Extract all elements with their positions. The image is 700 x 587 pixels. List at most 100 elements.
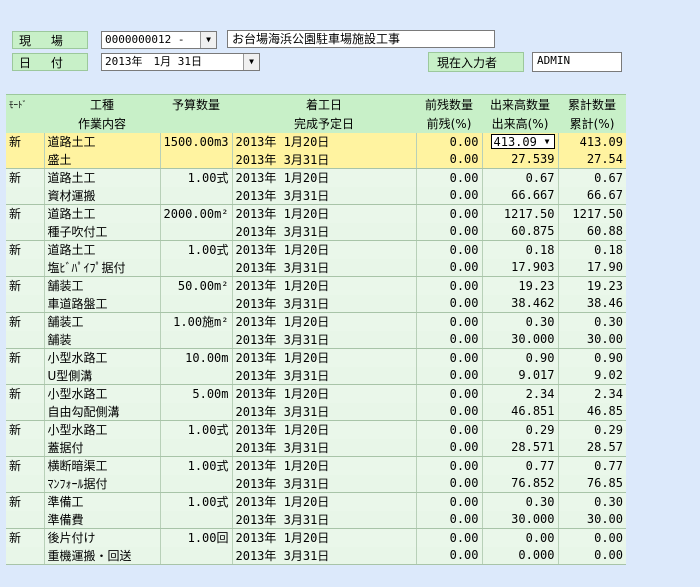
row-output-qty[interactable]: 0.29 [481,420,558,439]
dropdown-arrow-icon[interactable]: ▼ [200,32,216,48]
table-row[interactable]: 新後片付け 1.00回 2013年 1月20日 0.00 0.00 0.00 [6,528,626,547]
row-start-date[interactable]: 2013年 1月20日 [231,456,416,475]
row-mode[interactable]: 新 [6,492,44,511]
row-prev-qty[interactable]: 0.00 [415,204,482,223]
row-work-content[interactable]: U型側溝 [43,366,160,385]
row-prev-qty[interactable]: 0.00 [415,348,482,367]
table-row[interactable]: 新小型水路工 1.00式 2013年 1月20日 0.00 0.29 0.29 [6,420,626,439]
row-work-type[interactable]: 横断暗渠工 [43,456,160,475]
col-planned-end[interactable]: 完成予定日 [232,113,416,133]
row-planned-end[interactable]: 2013年 3月31日 [231,510,416,529]
row-budget-qty[interactable]: 50.00m² [159,276,232,295]
row-budget-qty[interactable]: 1.00回 [159,528,232,547]
row-output-qty[interactable]: 0.67 [481,168,558,187]
date-select[interactable]: 2013年 1月 31日 ▼ [101,53,260,71]
table-row-sub[interactable]: 種子吹付工 2013年 3月31日 0.00 60.875 60.88 [6,222,626,241]
row-prev-qty[interactable]: 0.00 [415,276,482,295]
row-budget-qty[interactable]: 1500.00m3 [159,132,232,151]
row-planned-end[interactable]: 2013年 3月31日 [231,474,416,493]
row-budget-qty[interactable]: 2000.00m² [159,204,232,223]
table-row-sub[interactable]: 重機運搬・回送 2013年 3月31日 0.00 0.000 0.00 [6,546,626,565]
row-planned-end[interactable]: 2013年 3月31日 [231,438,416,457]
row-mode[interactable]: 新 [6,456,44,475]
row-work-content[interactable]: ﾏﾝﾌｫｰﾙ据付 [43,474,160,493]
row-budget-qty[interactable]: 5.00m [159,384,232,403]
col-mode[interactable]: ﾓｰﾄﾞ [6,94,44,114]
table-row[interactable]: 新道路土工 1500.00m3 2013年 1月20日 0.00 413.09 ▼ 413.… [6,132,626,151]
row-work-type[interactable]: 舗装工 [43,276,160,295]
table-row[interactable]: 新道路土工 1.00式 2013年 1月20日 0.00 0.18 0.18 [6,240,626,259]
table-row[interactable]: 新小型水路工 5.00m 2013年 1月20日 0.00 2.34 2.34 [6,384,626,403]
row-work-content[interactable]: 自由勾配側溝 [43,402,160,421]
row-prev-qty[interactable]: 0.00 [415,240,482,259]
row-start-date[interactable]: 2013年 1月20日 [231,240,416,259]
row-start-date[interactable]: 2013年 1月20日 [231,312,416,331]
row-work-content[interactable]: 種子吹付工 [43,222,160,241]
row-budget-qty[interactable]: 1.00式 [159,492,232,511]
col-budget-qty[interactable]: 予算数量 [160,94,232,114]
row-prev-qty[interactable]: 0.00 [415,132,482,151]
row-prev-qty[interactable]: 0.00 [415,528,482,547]
row-mode[interactable]: 新 [6,528,44,547]
row-prev-qty[interactable]: 0.00 [415,456,482,475]
row-mode[interactable]: 新 [6,276,44,295]
table-row[interactable]: 新道路土工 1.00式 2013年 1月20日 0.00 0.67 0.67 [6,168,626,187]
table-row[interactable]: 新道路土工 2000.00m² 2013年 1月20日 0.00 1217.50 1217… [6,204,626,223]
row-mode[interactable]: 新 [6,420,44,439]
row-start-date[interactable]: 2013年 1月20日 [231,132,416,151]
row-work-content[interactable]: 蓋据付 [43,438,160,457]
row-budget-qty[interactable]: 1.00式 [159,240,232,259]
row-work-type[interactable]: 道路土工 [43,168,160,187]
row-work-content[interactable]: 車道路盤工 [43,294,160,313]
row-prev-qty[interactable]: 0.00 [415,492,482,511]
row-output-qty[interactable]: 19.23 [481,276,558,295]
row-output-qty[interactable]: 0.30 [481,492,558,511]
dropdown-arrow-icon[interactable]: ▼ [243,54,259,70]
row-start-date[interactable]: 2013年 1月20日 [231,492,416,511]
row-planned-end[interactable]: 2013年 3月31日 [231,294,416,313]
row-work-content[interactable]: 重機運搬・回送 [43,546,160,565]
table-row-sub[interactable]: 塩ﾋﾞﾊﾟｲﾌﾟ据付 2013年 3月31日 0.00 17.903 17.90 [6,258,626,277]
row-mode[interactable]: 新 [6,384,44,403]
row-mode[interactable]: 新 [6,312,44,331]
row-work-type[interactable]: 小型水路工 [43,384,160,403]
row-mode[interactable]: 新 [6,204,44,223]
table-row-sub[interactable]: 舗装 2013年 3月31日 0.00 30.000 30.00 [6,330,626,349]
table-row-sub[interactable]: U型側溝 2013年 3月31日 0.00 9.017 9.02 [6,366,626,385]
row-planned-end[interactable]: 2013年 3月31日 [231,150,416,169]
row-planned-end[interactable]: 2013年 3月31日 [231,366,416,385]
row-start-date[interactable]: 2013年 1月20日 [231,348,416,367]
table-row-sub[interactable]: ﾏﾝﾌｫｰﾙ据付 2013年 3月31日 0.00 76.852 76.85 [6,474,626,493]
row-output-qty[interactable]: 0.18 [481,240,558,259]
row-work-content[interactable]: 塩ﾋﾞﾊﾟｲﾌﾟ据付 [43,258,160,277]
input-person-field[interactable]: ADMIN [532,52,622,72]
col-prev-remaining-qty[interactable]: 前残数量 [416,94,482,114]
row-planned-end[interactable]: 2013年 3月31日 [231,330,416,349]
row-planned-end[interactable]: 2013年 3月31日 [231,402,416,421]
row-work-type[interactable]: 小型水路工 [43,348,160,367]
row-budget-qty[interactable]: 1.00式 [159,456,232,475]
row-planned-end[interactable]: 2013年 3月31日 [231,258,416,277]
row-mode[interactable]: 新 [6,168,44,187]
row-prev-qty[interactable]: 0.00 [415,420,482,439]
row-output-qty[interactable]: 1217.50 [481,204,558,223]
row-budget-qty[interactable]: 1.00式 [159,420,232,439]
row-planned-end[interactable]: 2013年 3月31日 [231,186,416,205]
table-row-sub[interactable]: 準備費 2013年 3月31日 0.00 30.000 30.00 [6,510,626,529]
table-row-sub[interactable]: 車道路盤工 2013年 3月31日 0.00 38.462 38.46 [6,294,626,313]
site-name-field[interactable]: お台場海浜公園駐車場施設工事 [227,30,495,48]
row-prev-qty[interactable]: 0.00 [415,384,482,403]
row-work-type[interactable]: 道路土工 [43,132,160,151]
row-budget-qty[interactable]: 1.00施m² [159,312,232,331]
table-row[interactable]: 新舗装工 50.00m² 2013年 1月20日 0.00 19.23 19.23 [6,276,626,295]
row-output-qty[interactable]: 413.09 ▼ [481,132,558,151]
row-work-type[interactable]: 準備工 [43,492,160,511]
row-mode[interactable]: 新 [6,132,44,151]
col-work-type[interactable]: 工種 [44,94,160,114]
row-work-type[interactable]: 道路土工 [43,204,160,223]
row-start-date[interactable]: 2013年 1月20日 [231,276,416,295]
col-cumulative-pct[interactable]: 累計(%) [558,113,626,133]
row-work-content[interactable]: 準備費 [43,510,160,529]
row-work-type[interactable]: 道路土工 [43,240,160,259]
row-budget-qty[interactable]: 1.00式 [159,168,232,187]
